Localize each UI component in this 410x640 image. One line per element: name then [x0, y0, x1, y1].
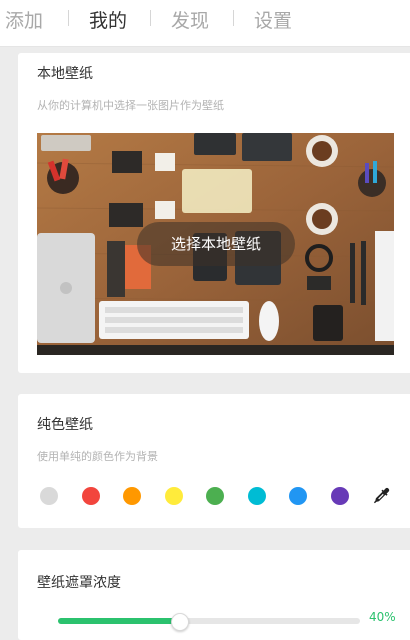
tab-add[interactable]: 添加: [5, 6, 43, 33]
mask-opacity-slider[interactable]: [58, 613, 360, 631]
wallpaper-preview-image[interactable]: 选择本地壁纸: [37, 133, 394, 355]
color-swatch-red[interactable]: [82, 487, 100, 505]
color-swatch-orange[interactable]: [123, 487, 141, 505]
color-swatch-green[interactable]: [206, 487, 224, 505]
tab-mine[interactable]: 我的: [89, 6, 127, 33]
tab-divider: [233, 10, 234, 26]
color-swatch-light-gray[interactable]: [40, 487, 58, 505]
tab-divider: [68, 10, 69, 26]
tab-discover[interactable]: 发现: [171, 6, 209, 33]
color-swatch-blue[interactable]: [289, 487, 307, 505]
local-wallpaper-subtitle: 从你的计算机中选择一张图片作为壁纸: [37, 99, 224, 112]
mask-opacity-slider-fill: [58, 618, 179, 624]
tab-settings[interactable]: 设置: [254, 6, 292, 33]
mask-opacity-value: 40%: [369, 610, 396, 624]
color-swatch-purple[interactable]: [331, 487, 349, 505]
solid-wallpaper-title: 纯色壁纸: [37, 417, 93, 433]
local-wallpaper-card: 本地壁纸 从你的计算机中选择一张图片作为壁纸 选择本地壁纸: [18, 53, 410, 373]
tab-divider: [150, 10, 151, 26]
local-wallpaper-title: 本地壁纸: [37, 66, 93, 82]
eyedropper-icon[interactable]: [373, 487, 391, 505]
solid-wallpaper-subtitle: 使用单纯的颜色作为背景: [37, 450, 158, 463]
solid-wallpaper-card: 纯色壁纸 使用单纯的颜色作为背景: [18, 394, 410, 528]
mask-opacity-slider-handle[interactable]: [170, 613, 189, 631]
color-swatch-cyan[interactable]: [248, 487, 266, 505]
mask-opacity-card: 壁纸遮罩浓度 40%: [18, 550, 410, 640]
top-nav: 添加 我的 发现 设置: [0, 0, 410, 47]
color-swatch-yellow[interactable]: [165, 487, 183, 505]
choose-local-wallpaper-button[interactable]: 选择本地壁纸: [137, 222, 295, 266]
mask-opacity-title: 壁纸遮罩浓度: [37, 575, 121, 591]
